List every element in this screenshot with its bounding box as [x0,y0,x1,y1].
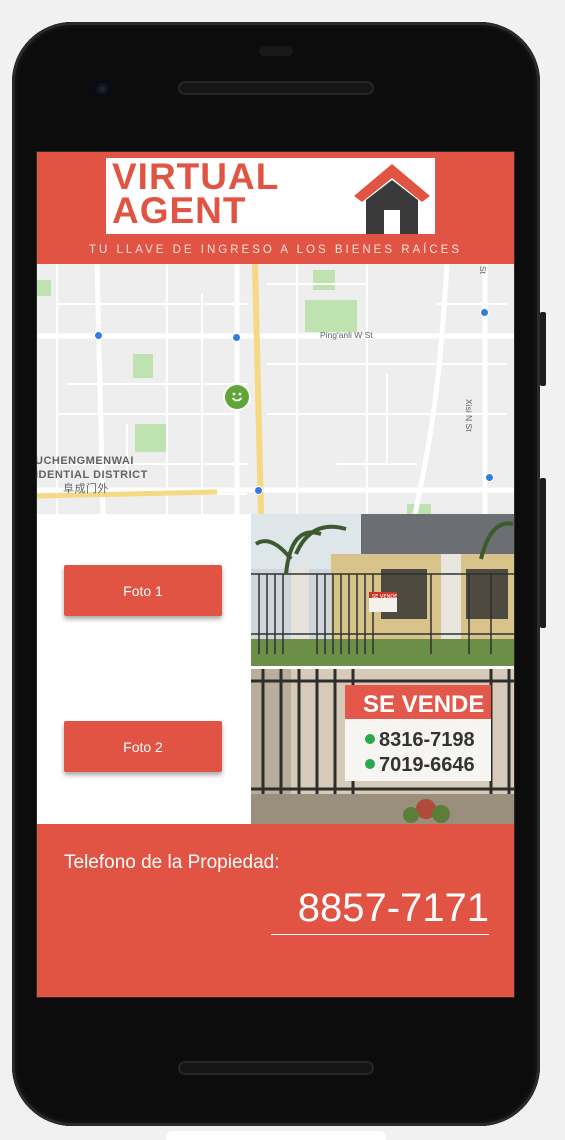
bottom-speaker [178,1061,374,1075]
phone-label: Telefono de la Propiedad: [64,852,280,873]
app-screen: VIRTUAL AGENT TU LLAVE DE INGRESO A LOS … [36,151,515,998]
metro-icon [232,333,241,342]
phone-number[interactable]: 8857-7171 [271,886,489,935]
app-header: VIRTUAL AGENT TU LLAVE DE INGRESO A LOS … [37,152,514,264]
property-map[interactable]: Ping'anli W St Xisi N St St UCHENGMENWAI… [37,264,514,514]
proximity-sensor [259,46,293,56]
logo-line1: VIRTUAL [112,156,280,197]
bottom-tab [166,1131,386,1140]
logo-line2: AGENT [112,190,247,231]
sign-text-1: SE VENDE [372,594,397,600]
foto-1-button[interactable]: Foto 1 [64,565,222,616]
power-button [540,312,546,386]
top-speaker [178,81,374,95]
tagline: TU LLAVE DE INGRESO A LOS BIENES RAÍCES [88,244,463,256]
photos-section: Foto 1 Foto 2 SE VENDE SE VENDE 8316-719… [37,514,514,824]
district-label: UCHENGMENWAI IDENTIAL DISTRICT 阜成门外 [37,455,148,495]
foto-2-button[interactable]: Foto 2 [64,721,222,772]
street-label: Ping'anli W St [320,330,373,340]
house-icon [350,158,435,234]
logo-text: VIRTUAL AGENT [112,156,352,231]
phone-section: Telefono de la Propiedad: 8857-7171 [37,824,514,997]
property-photo-2[interactable]: SE VENDE 8316-7198 7019-6646 [251,669,514,824]
front-camera [92,79,112,99]
street-label: Xisi N St [464,399,474,432]
metro-icon [254,486,263,495]
location-marker-icon[interactable] [223,383,251,411]
sign-title: SE VENDE [363,691,484,718]
property-photo-1[interactable]: SE VENDE [251,514,514,666]
metro-icon [94,331,103,340]
sign-phone-2: 7019-6646 [379,754,475,776]
volume-button [540,478,546,628]
metro-icon [485,473,494,482]
metro-icon [480,308,489,317]
street-label: St [478,266,488,275]
sign-phone-1: 8316-7198 [379,729,475,751]
logo: VIRTUAL AGENT [106,158,435,234]
